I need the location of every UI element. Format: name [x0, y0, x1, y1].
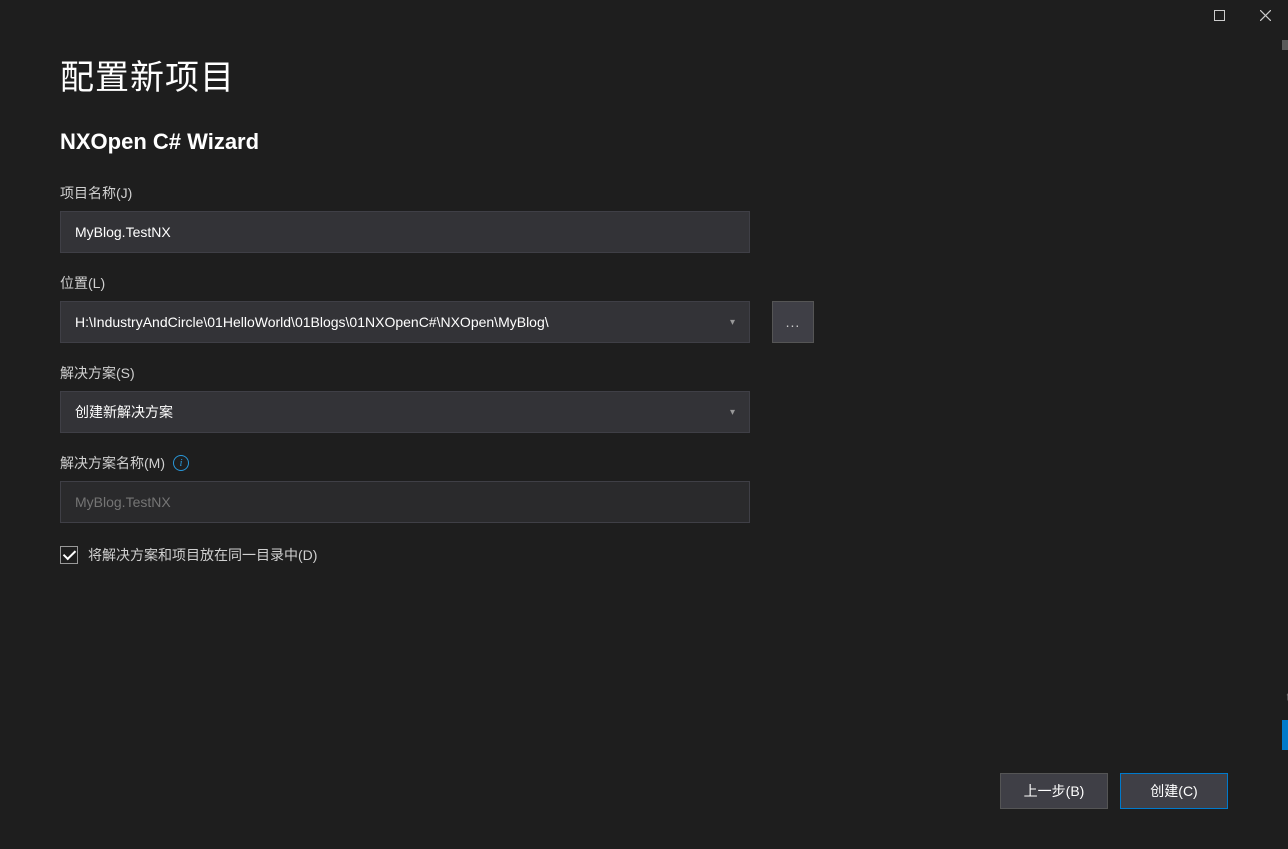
project-name-group: 项目名称(J)	[60, 183, 1228, 253]
solution-name-label: 解决方案名称(M) i	[60, 453, 1228, 473]
chevron-down-icon: ▾	[730, 407, 735, 418]
chevron-down-icon: ▾	[730, 317, 735, 328]
dialog-footer: 上一步(B) 创建(C)	[1000, 773, 1228, 809]
project-name-input[interactable]	[60, 211, 750, 253]
location-group: 位置(L) H:\IndustryAndCircle\01HelloWorld\…	[60, 273, 1228, 343]
project-name-label: 项目名称(J)	[60, 183, 1228, 203]
maximize-button[interactable]	[1196, 0, 1242, 30]
close-button[interactable]	[1242, 0, 1288, 30]
dialog-content: 配置新项目 NXOpen C# Wizard 项目名称(J) 位置(L) H:\…	[0, 30, 1288, 565]
location-label: 位置(L)	[60, 273, 1228, 293]
same-directory-checkbox[interactable]	[60, 546, 78, 564]
location-value: H:\IndustryAndCircle\01HelloWorld\01Blog…	[75, 314, 549, 330]
maximize-icon	[1214, 10, 1225, 21]
info-icon[interactable]: i	[173, 455, 189, 471]
same-directory-row: 将解决方案和项目放在同一目录中(D)	[60, 545, 1228, 565]
same-directory-label: 将解决方案和项目放在同一目录中(D)	[88, 545, 317, 565]
create-button[interactable]: 创建(C)	[1120, 773, 1228, 809]
solution-name-group: 解决方案名称(M) i	[60, 453, 1228, 523]
titlebar	[0, 0, 1288, 30]
solution-label: 解决方案(S)	[60, 363, 1228, 383]
back-button[interactable]: 上一步(B)	[1000, 773, 1108, 809]
page-title: 配置新项目	[60, 50, 1228, 99]
close-icon	[1260, 10, 1271, 21]
solution-value: 创建新解决方案	[75, 402, 173, 422]
scroll-marker	[1282, 40, 1288, 50]
solution-name-input	[60, 481, 750, 523]
scroll-accent	[1282, 720, 1288, 750]
wizard-subtitle: NXOpen C# Wizard	[60, 129, 1228, 155]
solution-name-label-text: 解决方案名称(M)	[60, 453, 165, 473]
solution-group: 解决方案(S) 创建新解决方案 ▾	[60, 363, 1228, 433]
solution-combobox[interactable]: 创建新解决方案 ▾	[60, 391, 750, 433]
browse-button[interactable]: ...	[772, 301, 814, 343]
location-combobox[interactable]: H:\IndustryAndCircle\01HelloWorld\01Blog…	[60, 301, 750, 343]
